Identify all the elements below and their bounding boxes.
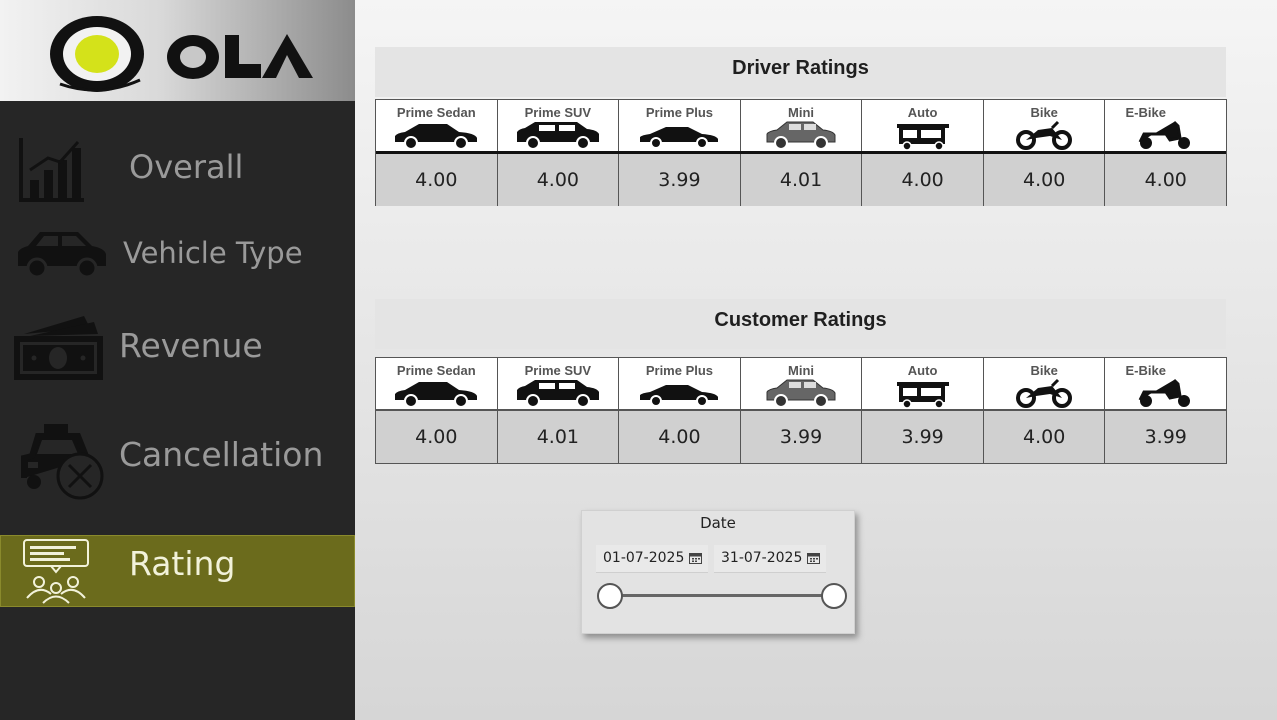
category-mini: Mini (741, 100, 863, 152)
motorbike-icon (1016, 378, 1073, 408)
nav-label: Rating (129, 544, 236, 583)
date-range-track[interactable] (610, 594, 834, 597)
category-mini: Mini (741, 358, 863, 410)
rating-value: 4.01 (741, 154, 863, 206)
nav-item-vehicle-type[interactable]: Vehicle Type (0, 222, 355, 286)
driver-ratings-values: 4.00 4.00 3.99 4.01 4.00 4.00 4.00 (376, 154, 1226, 206)
customer-ratings-table: Prime Sedan Prime SUV Prime Plus Mini Au… (375, 357, 1227, 464)
category-prime-sedan: Prime Sedan (376, 358, 498, 410)
date-slicer: Date 01-07-2025 31-07-2025 (581, 510, 855, 634)
sidebar: Overall Vehicle Type Revenue Cancellatio… (0, 0, 355, 720)
feedback-people-icon (23, 539, 89, 604)
nav-item-cancellation[interactable]: Cancellation (0, 418, 355, 502)
driver-ratings-table: Prime Sedan Prime SUV Prime Plus Mini Au… (375, 99, 1227, 206)
rating-value: 4.00 (376, 154, 498, 206)
nav-label: Revenue (119, 326, 263, 365)
category-auto: Auto (862, 100, 984, 152)
rating-value: 4.00 (984, 411, 1106, 463)
rating-value: 4.00 (984, 154, 1106, 206)
nav-label: Overall (129, 148, 244, 186)
hatchback-icon (766, 121, 836, 150)
category-e-bike: E-Bike (1105, 358, 1226, 410)
category-e-bike: E-Bike (1105, 100, 1226, 152)
category-prime-sedan: Prime Sedan (376, 100, 498, 152)
suv-icon (516, 380, 599, 408)
end-date-input[interactable]: 31-07-2025 (714, 545, 826, 573)
driver-ratings-header: Prime Sedan Prime SUV Prime Plus Mini Au… (376, 100, 1226, 152)
calendar-icon[interactable] (689, 552, 702, 564)
rating-value: 3.99 (862, 411, 984, 463)
category-prime-suv: Prime SUV (498, 100, 620, 152)
nav-item-rating[interactable]: Rating (0, 535, 355, 607)
scooter-icon (1138, 120, 1190, 149)
auto-rickshaw-icon (896, 124, 949, 150)
suv-icon (516, 122, 599, 150)
sedan-icon (395, 124, 478, 150)
rating-value: 4.00 (1144, 169, 1187, 191)
category-prime-plus: Prime Plus (619, 358, 741, 410)
nav-label: Vehicle Type (123, 236, 303, 270)
calendar-icon[interactable] (807, 552, 820, 564)
car-icon (640, 127, 719, 149)
customer-ratings-values: 4.00 4.01 4.00 3.99 3.99 4.00 3.99 (376, 411, 1226, 463)
customer-ratings-header: Prime Sedan Prime SUV Prime Plus Mini Au… (376, 358, 1226, 410)
auto-rickshaw-icon (896, 382, 949, 408)
cash-icon (14, 316, 103, 380)
rating-value: 4.00 (498, 154, 620, 206)
category-bike: Bike (984, 100, 1106, 152)
nav-item-overall[interactable]: Overall (0, 128, 355, 206)
nav-item-revenue[interactable]: Revenue (0, 310, 355, 384)
category-prime-plus: Prime Plus (619, 100, 741, 152)
hatchback-icon (766, 379, 836, 408)
rating-value: 3.99 (619, 154, 741, 206)
scooter-icon (1138, 378, 1190, 407)
car-icon (18, 232, 106, 278)
rating-value: 4.00 (862, 154, 984, 206)
car-icon (640, 385, 719, 407)
sedan-icon (395, 382, 478, 408)
taxi-cancel-icon (21, 424, 104, 500)
rating-value: 3.99 (1144, 426, 1187, 448)
bar-chart-icon (19, 138, 84, 202)
rating-value: 4.01 (498, 411, 620, 463)
range-start-handle[interactable] (597, 583, 623, 609)
range-end-handle[interactable] (821, 583, 847, 609)
rating-value: 4.00 (376, 411, 498, 463)
category-prime-suv: Prime SUV (498, 358, 620, 410)
rating-value: 4.00 (619, 411, 741, 463)
logo-area (0, 0, 355, 101)
nav-label: Cancellation (119, 435, 324, 474)
category-bike: Bike (984, 358, 1106, 410)
category-auto: Auto (862, 358, 984, 410)
ola-logo (50, 16, 313, 92)
main-content: Driver Ratings Prime Sedan Prime SUV Pri… (355, 0, 1277, 720)
motorbike-icon (1016, 120, 1073, 150)
slicer-title: Date (700, 514, 736, 532)
driver-ratings-title: Driver Ratings (375, 47, 1226, 97)
start-date-input[interactable]: 01-07-2025 (596, 545, 708, 573)
rating-value: 3.99 (741, 411, 863, 463)
customer-ratings-title: Customer Ratings (375, 299, 1226, 349)
